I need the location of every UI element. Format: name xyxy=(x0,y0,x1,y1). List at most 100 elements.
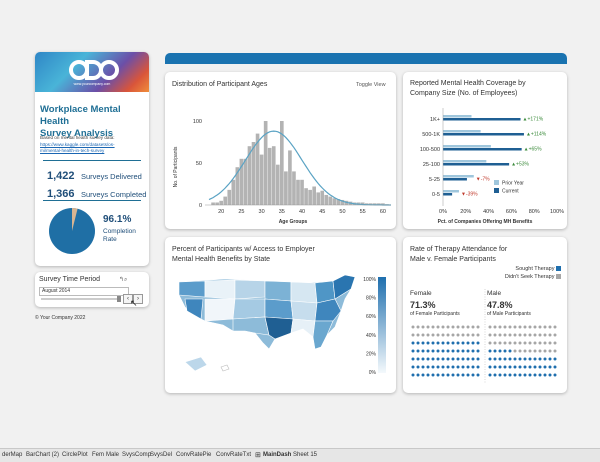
participant-dot xyxy=(523,365,527,369)
dashboard-icon: ⊞ xyxy=(255,452,261,459)
tab-sheet[interactable]: SvysComp xyxy=(122,452,151,458)
map-state[interactable] xyxy=(204,298,236,322)
participant-dot xyxy=(476,373,480,377)
tab-sheet[interactable]: ConvRateTxt xyxy=(216,452,251,458)
participant-dot xyxy=(421,349,425,353)
participant-dot xyxy=(456,349,460,353)
participant-dot xyxy=(461,357,465,361)
x-tick-label: 25 xyxy=(238,209,244,215)
map-state[interactable] xyxy=(178,280,206,298)
current-bar xyxy=(443,148,522,151)
participant-dot xyxy=(543,325,547,329)
participant-dot xyxy=(436,357,440,361)
participant-dot xyxy=(436,349,440,353)
tab-sheet[interactable]: derMap xyxy=(2,452,22,458)
participant-dot xyxy=(513,365,517,369)
map-state[interactable] xyxy=(232,298,266,320)
participant-dot xyxy=(441,365,445,369)
tab-sheet[interactable]: Male xyxy=(106,452,119,458)
participant-dot xyxy=(503,349,507,353)
map-state-alaska[interactable] xyxy=(184,356,208,372)
legend-label-prior: Prior Year xyxy=(502,181,524,187)
participant-dot xyxy=(518,357,522,361)
completion-pct: 96.1% xyxy=(103,214,132,225)
tab-sheet[interactable]: Fem xyxy=(92,452,104,458)
us-map: 100% 80% 60% 40% 20% 0% xyxy=(178,274,386,376)
participant-dot xyxy=(533,341,537,345)
participant-dot xyxy=(461,349,465,353)
participant-dot xyxy=(508,373,512,377)
participant-dot xyxy=(513,341,517,345)
participant-dot xyxy=(446,341,450,345)
filter-icon[interactable]: ⌕ xyxy=(124,277,127,283)
map-state[interactable] xyxy=(234,279,266,300)
participant-dot xyxy=(476,325,480,329)
category-label: 0-5 xyxy=(432,192,440,198)
participant-dot xyxy=(518,373,522,377)
participant-dot xyxy=(471,357,475,361)
age-bar xyxy=(284,171,288,205)
legend-tick-label: 0% xyxy=(369,370,377,376)
period-slider-handle[interactable] xyxy=(117,296,121,302)
participant-dot xyxy=(471,333,475,337)
participant-dot xyxy=(446,349,450,353)
map-state[interactable] xyxy=(290,281,318,304)
age-bar xyxy=(304,188,308,205)
legend-tick-label: 20% xyxy=(366,351,377,357)
participant-dot xyxy=(553,357,557,361)
participant-dot xyxy=(416,333,420,337)
map-state[interactable] xyxy=(312,320,334,350)
tab-sheet[interactable]: ConvRatePie xyxy=(176,452,211,458)
participant-dot xyxy=(466,349,470,353)
map-state[interactable] xyxy=(290,318,316,338)
map-state[interactable] xyxy=(264,280,292,302)
tab-maindash-active[interactable]: MainDash xyxy=(263,452,291,458)
change-label: ▼-7% xyxy=(476,177,490,183)
age-bar xyxy=(332,198,337,205)
x-tick-label: 20 xyxy=(218,209,224,215)
participant-dot xyxy=(548,357,552,361)
map-state[interactable] xyxy=(290,300,318,322)
participant-dot xyxy=(416,325,420,329)
map-state[interactable] xyxy=(264,298,294,320)
participant-dot xyxy=(456,357,460,361)
tab-sheet[interactable]: CirclePlot xyxy=(62,452,88,458)
participant-dot xyxy=(466,357,470,361)
tab-sheet[interactable]: SvysDel xyxy=(150,452,172,458)
participant-dot xyxy=(421,373,425,377)
participant-dot xyxy=(543,365,547,369)
participant-dot xyxy=(508,341,512,345)
participant-dot xyxy=(421,365,425,369)
category-label: 5-25 xyxy=(429,177,440,183)
category-label: 25-100 xyxy=(423,162,440,168)
participant-dot xyxy=(416,341,420,345)
map-state-hawaii[interactable] xyxy=(220,364,230,372)
tab-sheet[interactable]: BarChart (2) xyxy=(26,452,59,458)
period-slider-track[interactable] xyxy=(41,298,119,300)
map-state[interactable] xyxy=(232,316,270,336)
participant-dot xyxy=(503,333,507,337)
participant-dot xyxy=(518,341,522,345)
participant-dot xyxy=(476,349,480,353)
age-bar xyxy=(324,194,329,205)
participant-dot xyxy=(461,341,465,345)
participant-dot xyxy=(466,365,470,369)
map-state[interactable] xyxy=(184,298,204,320)
map-state[interactable] xyxy=(204,279,236,300)
participant-dot xyxy=(421,341,425,345)
participant-dot xyxy=(436,341,440,345)
prior-year-bar xyxy=(443,130,481,133)
completion-pie xyxy=(49,208,95,254)
participant-dot xyxy=(493,333,497,337)
age-bar xyxy=(320,190,325,205)
participant-dot xyxy=(451,357,455,361)
divider xyxy=(43,200,141,201)
source-link[interactable]: https://www.kaggle.com/datasets/os- mi/m… xyxy=(40,142,115,154)
period-dropdown[interactable]: August 2014 xyxy=(39,287,129,296)
divider xyxy=(43,160,141,161)
y-tick-label: 50 xyxy=(196,161,202,167)
participant-dot xyxy=(538,357,542,361)
tab-sheet[interactable]: Sheet 15 xyxy=(293,452,317,458)
participant-dot xyxy=(538,333,542,337)
participant-dot xyxy=(466,373,470,377)
